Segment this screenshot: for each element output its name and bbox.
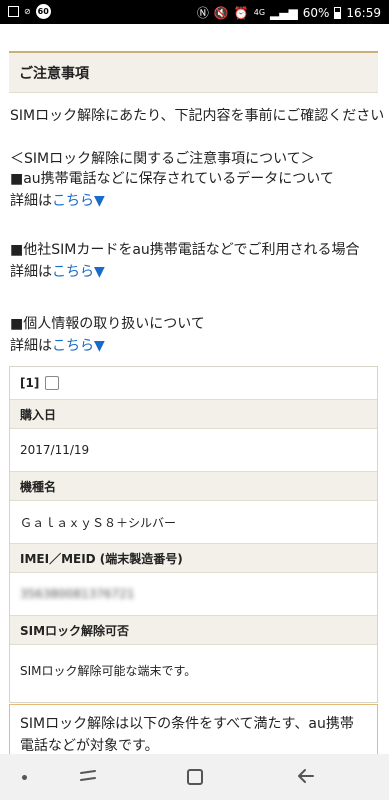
item-3-detail: 詳細はこちら▼ — [10, 336, 105, 356]
page-content: ご注意事項 SIMロック解除にあたり、下記内容を事前にご確認ください ＜SIMロ… — [0, 24, 389, 754]
recent-apps-icon[interactable] — [78, 766, 98, 786]
mute-icon: 🔇 — [213, 5, 229, 20]
battery-icon — [334, 6, 342, 19]
imei-number: 356380081376721 — [20, 587, 135, 601]
alarm-icon: ⏰ — [233, 5, 249, 20]
network-type: 4G — [253, 8, 266, 17]
item-1-title: ■au携帯電話などに保存されているデータについて — [10, 171, 334, 187]
detail-link-privacy[interactable]: こちら▼ — [52, 338, 105, 354]
device-checkbox[interactable] — [45, 376, 60, 390]
detail-link-data[interactable]: こちら▼ — [52, 193, 105, 209]
app-notification-icon — [8, 6, 19, 17]
status-left: ⊘ 60 — [8, 4, 51, 19]
battery-text: 60% — [302, 5, 330, 20]
nav-dot-icon[interactable] — [22, 775, 27, 780]
back-icon[interactable] — [296, 766, 316, 786]
section-title: ご注意事項 — [9, 51, 378, 93]
model-label: 機種名 — [10, 471, 377, 501]
detail-prefix: 詳細は — [10, 193, 52, 209]
intro-text: SIMロック解除にあたり、下記内容を事前にご確認ください — [10, 108, 385, 124]
notification-badge: 60 — [35, 4, 51, 19]
imei-label: IMEI／MEID (端末製造番号) — [10, 543, 377, 573]
device-select-row: [1] — [10, 367, 377, 399]
purchase-date-value: 2017/11/19 — [20, 443, 90, 457]
item-3-title: ■個人情報の取り扱いについて — [10, 316, 205, 332]
item-2-detail: 詳細はこちら▼ — [10, 262, 105, 282]
device-card: [1] 購入日 2017/11/19 機種名 ＧａｌａｘｙＳ８＋シルバー IME… — [9, 366, 378, 703]
device-index: [1] — [20, 376, 40, 390]
imei-value: 356380081376721 — [10, 573, 377, 615]
nfc-icon: Ⓝ — [196, 6, 209, 20]
model-value: ＧａｌａｘｙＳ８＋シルバー — [20, 515, 177, 530]
signal-icon: ▂▄▆ — [270, 5, 298, 20]
unlock-label: SIMロック解除可否 — [10, 615, 377, 645]
detail-prefix: 詳細は — [10, 264, 52, 280]
home-icon[interactable] — [187, 769, 203, 785]
item-1-detail: 詳細はこちら▼ — [10, 191, 105, 211]
status-right: Ⓝ 🔇 ⏰ 4G ▂▄▆ 60% 16:59 — [197, 4, 381, 21]
notice-box: SIMロック解除は以下の条件をすべて満たす、au携帯電話などが対象です。 — [9, 704, 378, 754]
system-nav-bar — [0, 754, 389, 800]
clock: 16:59 — [346, 5, 381, 20]
detail-prefix: 詳細は — [10, 338, 52, 354]
status-bar: ⊘ 60 Ⓝ 🔇 ⏰ 4G ▂▄▆ 60% 16:59 — [0, 0, 389, 24]
item-2-title: ■他社SIMカードをau携帯電話などでご利用される場合 — [10, 242, 360, 258]
detail-link-sim[interactable]: こちら▼ — [52, 264, 105, 280]
data-saver-icon: ⊘ — [24, 7, 31, 16]
purchase-date-label: 購入日 — [10, 399, 377, 429]
notes-heading: ＜SIMロック解除に関するご注意事項について＞ — [10, 151, 315, 167]
unlock-value: SIMロック解除可能な端末です。 — [20, 663, 197, 678]
